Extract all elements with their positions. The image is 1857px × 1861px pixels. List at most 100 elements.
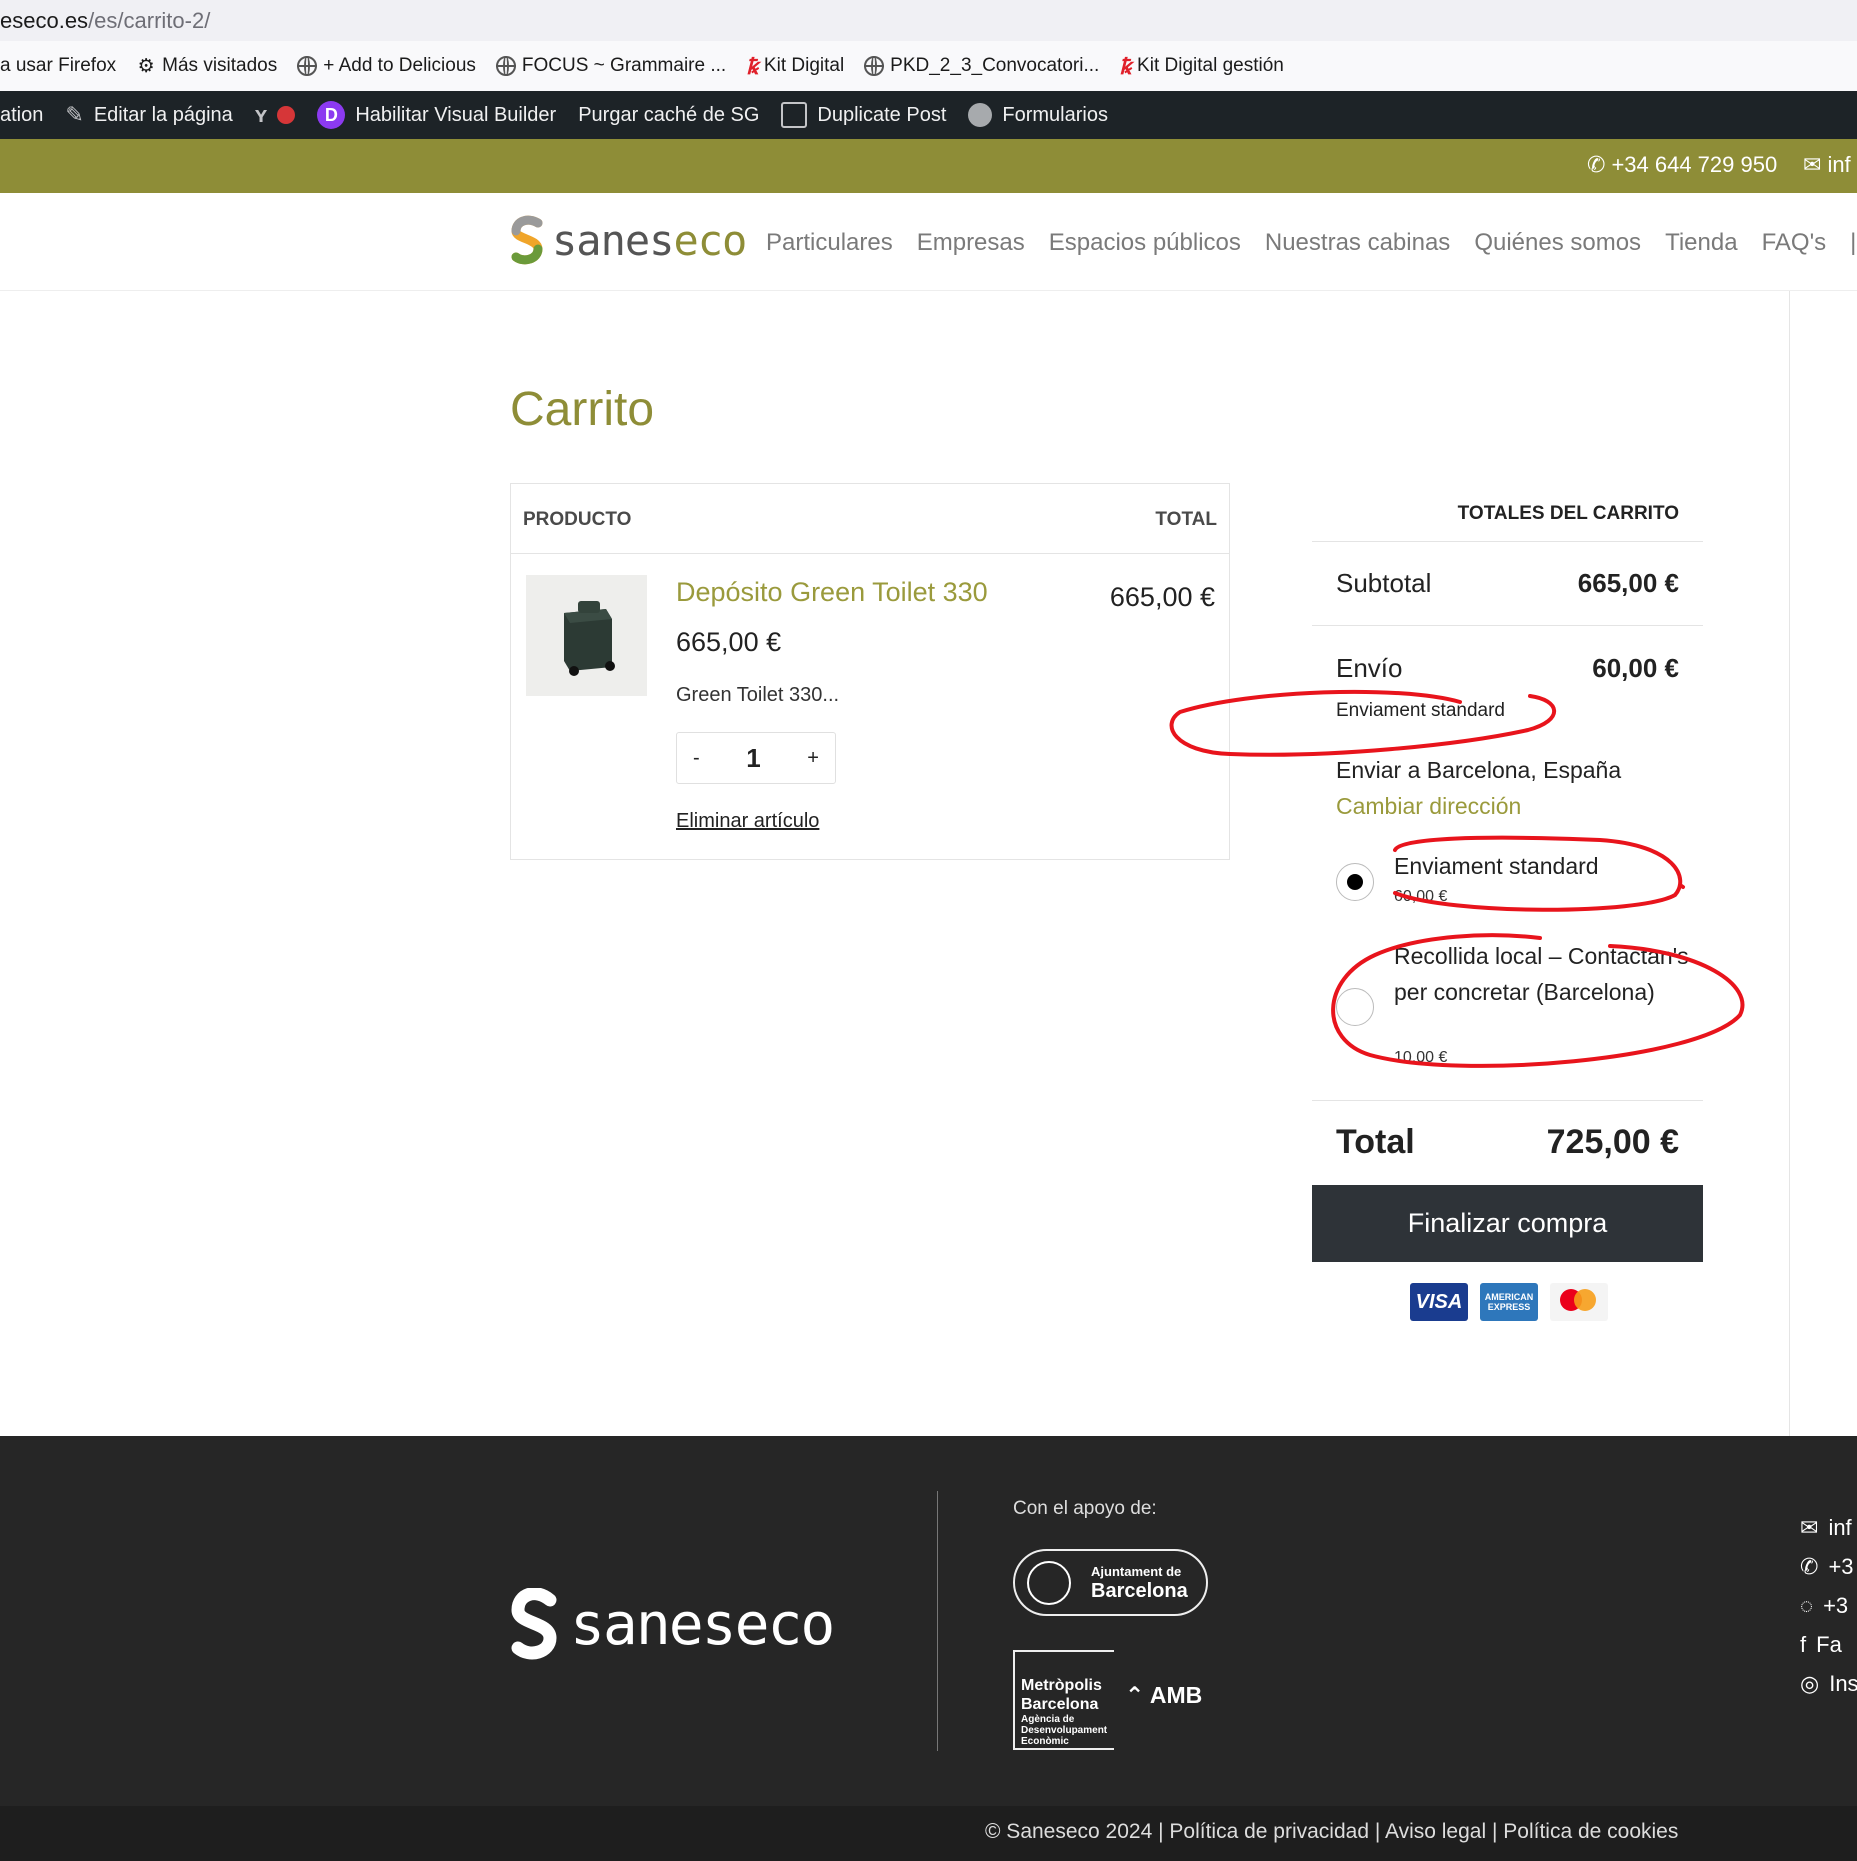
change-address-link[interactable]: Cambiar dirección <box>1336 793 1521 820</box>
contact-text: Ins <box>1829 1670 1857 1696</box>
footer-facebook[interactable]: f Fa <box>1800 1625 1857 1664</box>
footer-instagram[interactable]: ◎ Ins <box>1800 1664 1857 1703</box>
metropolis-line1: Metròpolis <box>1021 1677 1102 1694</box>
product-name-link[interactable]: Depósito Green Toilet 330 <box>676 577 988 608</box>
nav-quienes-somos[interactable]: Quiénes somos <box>1474 229 1641 257</box>
metropolis-sub3: Econòmic <box>1021 1736 1069 1747</box>
bookmark-label: Kit Digital gestión <box>1137 55 1284 76</box>
footer-email[interactable]: ✉ inf <box>1800 1508 1857 1547</box>
amex-icon: AMERICAN EXPRESS <box>1480 1283 1538 1321</box>
admin-label: Formularios <box>1002 103 1108 126</box>
remove-item-link[interactable]: Eliminar artículo <box>676 810 819 833</box>
wp-admin-bar: ation ✎ Editar la página ʏ D Habilitar Vis… <box>0 91 1857 139</box>
forms-icon <box>968 103 993 127</box>
divi-icon: D <box>317 101 346 129</box>
shipping-radio-standard[interactable] <box>1336 863 1374 901</box>
bookmark-kit-digital[interactable]: ꝅ Kit Digital <box>746 51 844 81</box>
copyright-text[interactable]: © Saneseco 2024 | Política de privacidad… <box>985 1820 1678 1844</box>
metropolis-sub1: Agència de <box>1021 1714 1075 1725</box>
product-unit-price: 665,00 € <box>676 627 782 657</box>
bookmark-label: + Add to Delicious <box>323 55 476 76</box>
quantity-minus-button[interactable]: - <box>693 747 700 770</box>
footer-phone[interactable]: ✆ +3 <box>1800 1547 1857 1586</box>
logo-mark-icon <box>510 215 544 265</box>
admin-label: Habilitar Visual Builder <box>355 103 557 126</box>
admin-yoast[interactable]: ʏ <box>255 102 296 128</box>
bookmark-kit-digital-gestion[interactable]: ꝅ Kit Digital gestión <box>1119 51 1284 81</box>
logo-text-part2: eco <box>673 215 747 265</box>
contact-text: Fa <box>1816 1631 1842 1657</box>
ship-to: Enviar a Barcelona, España <box>1336 757 1622 783</box>
bookmark-delicious[interactable]: + Add to Delicious <box>297 55 476 77</box>
bookmark-label: Más visitados <box>162 55 278 76</box>
cart-table: PRODUCTO TOTAL Depósito Green Toilet 330… <box>510 483 1230 860</box>
bookmark-label: FOCUS ~ Grammaire ... <box>521 55 727 76</box>
bookmark-firefox[interactable]: a usar Firefox <box>0 55 116 77</box>
shipping-option-standard-label[interactable]: Enviament standard <box>1394 848 1694 884</box>
shipping-option-pickup-label[interactable]: Recollida local – Contactan's per concre… <box>1394 938 1694 1010</box>
amb-label: AMB <box>1149 1682 1203 1708</box>
nav-faqs[interactable]: FAQ's <box>1762 229 1827 257</box>
bookmarks-bar: a usar Firefox ⚙ Más visitados + Add to D… <box>0 41 1857 91</box>
nav-tienda[interactable]: Tienda <box>1665 229 1738 257</box>
nav-espacios-publicos[interactable]: Espacios públicos <box>1049 229 1241 257</box>
quantity-input[interactable]: 1 <box>746 743 760 774</box>
duplicate-icon <box>781 102 808 128</box>
top-phone: +34 644 729 950 <box>1611 152 1778 177</box>
quantity-stepper: - 1 + <box>676 732 836 784</box>
shipping-label: Envío <box>1336 653 1403 683</box>
envelope-icon: ✉ <box>1800 1514 1819 1540</box>
admin-label: Duplicate Post <box>817 103 947 126</box>
admin-item-ation[interactable]: ation <box>0 104 43 127</box>
content-border <box>1789 291 1790 1436</box>
footer-whatsapp[interactable]: ◌ +3 <box>1800 1586 1857 1625</box>
main-nav: Particulares Empresas Espacios públicos … <box>766 229 1856 257</box>
payment-cards: VISA AMERICAN EXPRESS <box>1410 1283 1608 1321</box>
shipping-radio-pickup[interactable] <box>1336 988 1374 1026</box>
checkout-button[interactable]: Finalizar compra <box>1312 1185 1703 1262</box>
site-header: saneseco Particulares Empresas Espacios … <box>0 193 1857 291</box>
nav-empresas[interactable]: Empresas <box>917 229 1025 257</box>
nav-particulares[interactable]: Particulares <box>766 229 893 257</box>
visa-icon: VISA <box>1410 1283 1468 1321</box>
contact-text: inf <box>1828 1514 1852 1540</box>
admin-label: ation <box>0 103 44 126</box>
quantity-plus-button[interactable]: + <box>807 747 819 770</box>
admin-label: Purgar caché de SG <box>578 103 760 126</box>
top-email-link[interactable]: ✉ inf <box>1803 152 1851 178</box>
site-footer: saneseco Con el apoyo de: Ajuntament de … <box>0 1436 1857 1806</box>
site-logo[interactable]: saneseco <box>510 215 747 265</box>
admin-purge-cache[interactable]: Purgar caché de SG <box>578 104 759 127</box>
globe-icon <box>495 56 516 76</box>
top-email: inf <box>1827 152 1851 177</box>
bookmark-pkd[interactable]: PKD_2_3_Convocatori... <box>864 55 1099 77</box>
page-title: Carrito <box>510 383 655 436</box>
footer-logo[interactable]: saneseco <box>510 1588 835 1660</box>
amb-logo: ⌃ AMB <box>1125 1682 1202 1709</box>
admin-duplicate-post[interactable]: Duplicate Post <box>781 102 946 128</box>
admin-visual-builder[interactable]: D Habilitar Visual Builder <box>317 101 556 129</box>
footer-contacts: ✉ inf ✆ +3 ◌ +3 f Fa ◎ Ins <box>1800 1508 1857 1703</box>
nav-nuestras-cabinas[interactable]: Nuestras cabinas <box>1265 229 1450 257</box>
url-bar[interactable]: eseco.es/es/carrito-2/ <box>0 0 1857 41</box>
footer-logo-mark-icon <box>511 1588 557 1660</box>
facebook-icon: f <box>1800 1631 1807 1657</box>
bookmark-mas-visitados[interactable]: ⚙ Más visitados <box>136 55 278 77</box>
shipping-option-pickup-price: 10,00 € <box>1394 1049 1448 1066</box>
product-description: Green Toilet 330... <box>676 684 840 706</box>
divider <box>1312 541 1703 542</box>
admin-forms[interactable]: Formularios <box>968 103 1108 127</box>
bookmark-focus[interactable]: FOCUS ~ Grammaire ... <box>495 55 727 77</box>
product-thumbnail[interactable] <box>526 575 647 696</box>
logo-wordmark: saneseco <box>552 215 747 265</box>
row-total: 665,00 € <box>1109 582 1215 612</box>
col-product: PRODUCTO <box>523 509 632 530</box>
instagram-icon: ◎ <box>1800 1670 1820 1696</box>
globe-icon <box>297 56 318 76</box>
globe-icon <box>864 56 885 76</box>
ajuntament-line2: Barcelona <box>1091 1580 1188 1602</box>
admin-edit-page[interactable]: ✎ Editar la página <box>65 102 232 128</box>
bookmark-label: Kit Digital <box>763 55 845 76</box>
footer-logo-text: saneseco <box>570 1590 835 1658</box>
top-phone-link[interactable]: ✆ +34 644 729 950 <box>1587 152 1777 178</box>
